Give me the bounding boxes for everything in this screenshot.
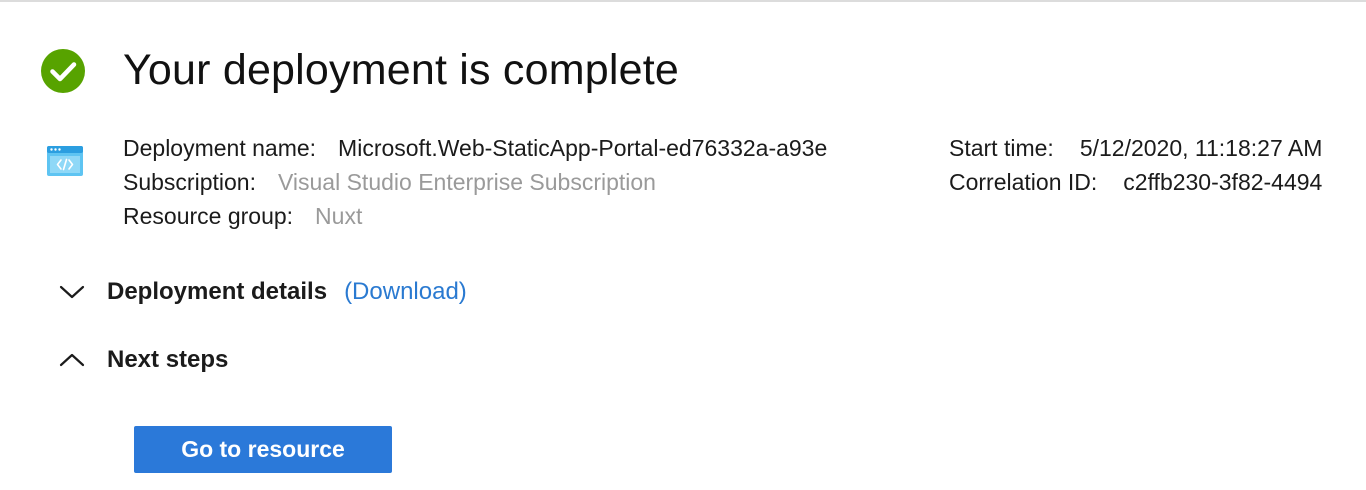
deployment-name-value: Microsoft.Web-StaticApp-Portal-ed76332a-…: [338, 135, 828, 161]
success-check-icon: [41, 48, 85, 93]
deployment-header: Your deployment is complete: [40, 46, 679, 95]
chevron-up-icon[interactable]: [58, 350, 86, 370]
resource-group-label: Resource group:: [123, 203, 294, 229]
next-steps-title[interactable]: Next steps: [107, 346, 228, 374]
resource-group-row: Resource group: Nuxt: [123, 199, 827, 233]
deployment-details-section[interactable]: Deployment details (Download): [58, 278, 467, 306]
correlation-id-value: c2ffb230-3f82-4494: [1123, 169, 1323, 195]
page-title: Your deployment is complete: [123, 46, 679, 94]
start-time-row: Start time: 5/12/2020, 11:18:27 AM: [949, 131, 1322, 165]
subscription-value[interactable]: Visual Studio Enterprise Subscription: [278, 165, 656, 199]
deployment-overview-page: Your deployment is complete Deployment n…: [0, 0, 1366, 490]
deployment-name-row: Deployment name: Microsoft.Web-StaticApp…: [123, 131, 827, 165]
subscription-label: Subscription:: [123, 169, 256, 195]
correlation-id-label: Correlation ID:: [949, 169, 1098, 195]
start-time-value: 5/12/2020, 11:18:27 AM: [1079, 135, 1323, 161]
deployment-info: Deployment name: Microsoft.Web-StaticApp…: [123, 131, 827, 233]
correlation-id-row: Correlation ID: c2ffb230-3f82-4494: [949, 165, 1322, 199]
go-to-resource-button[interactable]: Go to resource: [134, 426, 392, 473]
chevron-down-icon[interactable]: [58, 282, 86, 302]
download-link[interactable]: (Download): [344, 278, 467, 306]
deployment-meta: Start time: 5/12/2020, 11:18:27 AM Corre…: [949, 131, 1322, 199]
deployment-name-label: Deployment name:: [123, 135, 317, 161]
static-web-app-icon: [47, 146, 83, 176]
next-steps-section[interactable]: Next steps: [58, 346, 228, 374]
start-time-label: Start time:: [949, 135, 1054, 161]
subscription-row: Subscription: Visual Studio Enterprise S…: [123, 165, 827, 199]
deployment-details-title[interactable]: Deployment details: [107, 278, 327, 306]
resource-group-value[interactable]: Nuxt: [315, 199, 362, 233]
